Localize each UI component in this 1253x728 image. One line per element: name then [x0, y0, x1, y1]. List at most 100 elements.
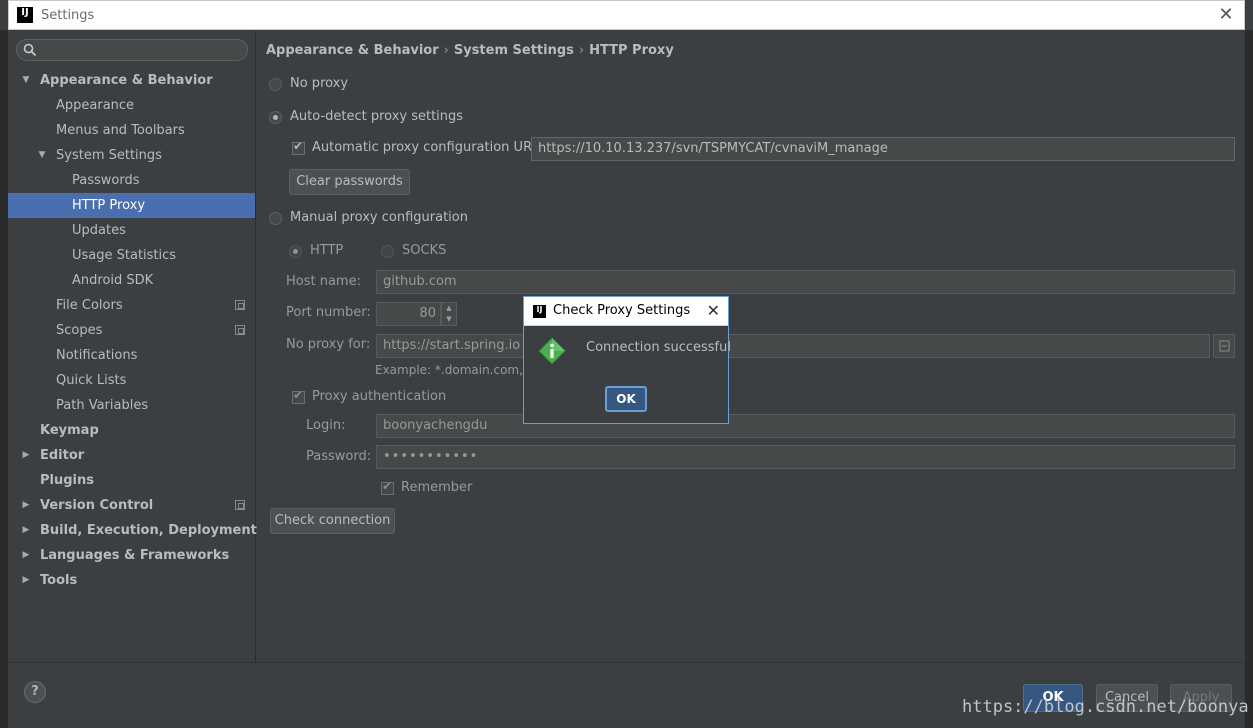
sidebar-item-menus-and-toolbars[interactable]: Menus and Toolbars: [8, 118, 255, 143]
settings-sidebar: ▼ Appearance & Behavior Appearance Menus an…: [8, 31, 257, 662]
window-close-icon[interactable]: ✕: [1216, 5, 1236, 25]
breadcrumb-separator: ›: [578, 43, 585, 58]
sidebar-item-label: Tools: [40, 573, 78, 588]
sidebar-item-updates[interactable]: Updates: [8, 218, 255, 243]
checkmark-icon: ✔: [382, 479, 393, 493]
info-icon: [538, 337, 566, 365]
login-label: Login:: [306, 418, 346, 433]
settings-window: IJ Settings ✕ ▼ Appearance & Behavior Appe…: [0, 0, 1253, 728]
expand-arrow-right-icon[interactable]: ▶: [21, 518, 31, 543]
breadcrumb-item: Appearance & Behavior: [266, 43, 439, 58]
no-proxy-example-hint: Example: *.domain.com, 1: [375, 363, 535, 377]
http-radio[interactable]: [289, 245, 302, 258]
intellij-logo-icon: IJ: [17, 7, 33, 23]
checkmark-icon: ✔: [293, 139, 304, 153]
breadcrumb: Appearance & Behavior › System Settings › HT…: [266, 43, 674, 58]
check-connection-button[interactable]: Check connection: [270, 508, 395, 534]
expand-arrow-down-icon[interactable]: ▼: [37, 143, 47, 168]
remember-label: Remember: [401, 480, 473, 495]
sidebar-item-plugins[interactable]: Plugins: [8, 468, 255, 493]
expand-arrow-right-icon[interactable]: ▶: [21, 568, 31, 593]
watermark-text: https://blog.csdn.net/boonya: [962, 697, 1249, 717]
sidebar-item-label: HTTP Proxy: [72, 198, 146, 213]
sidebar-item-quick-lists[interactable]: Quick Lists: [8, 368, 255, 393]
socks-label: SOCKS: [402, 243, 447, 258]
proxy-authentication-checkbox[interactable]: ✔: [292, 388, 305, 404]
sidebar-item-build-execution-deployment[interactable]: ▶ Build, Execution, Deployment: [8, 518, 257, 543]
check-proxy-settings-dialog: IJ Check Proxy Settings ✕ Connection suc…: [523, 296, 731, 424]
dialog-close-icon[interactable]: ✕: [707, 301, 720, 320]
sidebar-item-languages-frameworks[interactable]: ▶ Languages & Frameworks: [8, 543, 255, 568]
sidebar-item-label: Android SDK: [72, 273, 154, 288]
stepper-down-icon[interactable]: ▼: [442, 314, 456, 325]
clear-passwords-button[interactable]: Clear passwords: [289, 169, 410, 195]
sidebar-item-appearance-behavior[interactable]: ▼ Appearance & Behavior: [8, 68, 255, 93]
sidebar-item-scopes[interactable]: Scopes: [8, 318, 255, 343]
help-button[interactable]: ?: [24, 681, 46, 703]
sidebar-item-label: System Settings: [56, 148, 162, 163]
sidebar-item-tools[interactable]: ▶ Tools: [8, 568, 255, 593]
remember-checkbox[interactable]: ✔: [381, 479, 394, 495]
sidebar-item-label: Notifications: [56, 348, 138, 363]
host-name-label: Host name:: [286, 274, 361, 289]
no-proxy-for-field[interactable]: https://start.spring.io: [376, 334, 1210, 358]
window-title: Settings: [41, 7, 95, 23]
sidebar-item-usage-statistics[interactable]: Usage Statistics: [8, 243, 255, 268]
sidebar-item-editor[interactable]: ▶ Editor: [8, 443, 255, 468]
port-stepper[interactable]: ▲ ▼: [441, 302, 457, 326]
sidebar-item-label: Updates: [72, 223, 126, 238]
sidebar-item-label: Appearance: [56, 98, 135, 113]
no-proxy-radio[interactable]: [269, 78, 282, 91]
breadcrumb-item: System Settings: [453, 43, 574, 58]
sidebar-item-label: Appearance & Behavior: [40, 73, 213, 88]
http-proxy-panel: Appearance & Behavior › System Settings › HT…: [257, 31, 1245, 662]
sidebar-item-passwords[interactable]: Passwords: [8, 168, 255, 193]
host-name-field[interactable]: github.com: [376, 270, 1235, 294]
no-proxy-for-label: No proxy for:: [286, 337, 371, 352]
expand-field-icon[interactable]: [1213, 334, 1235, 358]
sidebar-item-http-proxy[interactable]: HTTP Proxy: [8, 193, 255, 218]
background-ide-right-edge: [1245, 30, 1253, 728]
port-number-field[interactable]: 80: [376, 302, 441, 326]
stepper-up-icon[interactable]: ▲: [442, 303, 456, 314]
project-scope-icon: [235, 300, 245, 310]
sidebar-item-version-control[interactable]: ▶ Version Control: [8, 493, 255, 518]
sidebar-item-path-variables[interactable]: Path Variables: [8, 393, 255, 418]
login-field[interactable]: boonyachengdu: [376, 414, 1235, 438]
checkmark-icon: ✔: [293, 388, 304, 402]
sidebar-item-notifications[interactable]: Notifications: [8, 343, 255, 368]
sidebar-item-label: Languages & Frameworks: [40, 548, 230, 563]
password-field[interactable]: •••••••••••: [376, 445, 1235, 469]
sidebar-item-label: File Colors: [56, 298, 123, 313]
dialog-title-bar: IJ Check Proxy Settings ✕: [524, 297, 728, 326]
http-label: HTTP: [310, 243, 344, 258]
project-scope-icon: [235, 500, 245, 510]
sidebar-item-appearance[interactable]: Appearance: [8, 93, 255, 118]
dialog-title: Check Proxy Settings: [553, 303, 691, 318]
socks-radio[interactable]: [381, 245, 394, 258]
sidebar-item-system-settings[interactable]: ▼ System Settings: [8, 143, 255, 168]
port-number-label: Port number:: [286, 305, 371, 320]
sidebar-item-label: Version Control: [40, 498, 154, 513]
sidebar-item-label: Editor: [40, 448, 85, 463]
sidebar-item-keymap[interactable]: Keymap: [8, 418, 255, 443]
auto-config-url-field[interactable]: https://10.10.13.237/svn/TSPMYCAT/cvnavi…: [531, 137, 1235, 161]
expand-arrow-down-icon[interactable]: ▼: [21, 68, 31, 93]
auto-detect-radio[interactable]: [269, 111, 282, 124]
expand-arrow-right-icon[interactable]: ▶: [21, 443, 31, 468]
expand-arrow-right-icon[interactable]: ▶: [21, 493, 31, 518]
manual-proxy-label: Manual proxy configuration: [290, 210, 468, 225]
sidebar-item-label: Scopes: [56, 323, 103, 338]
project-scope-icon: [235, 325, 245, 335]
auto-config-url-checkbox[interactable]: ✔: [292, 139, 305, 155]
manual-proxy-radio[interactable]: [269, 212, 282, 225]
sidebar-item-file-colors[interactable]: File Colors: [8, 293, 255, 318]
sidebar-item-android-sdk[interactable]: Android SDK: [8, 268, 255, 293]
dialog-ok-button[interactable]: OK: [605, 386, 647, 412]
no-proxy-label: No proxy: [290, 76, 349, 91]
breadcrumb-separator: ›: [443, 43, 449, 58]
sidebar-item-label: Quick Lists: [56, 373, 127, 388]
sidebar-item-label: Build, Execution, Deployment: [40, 523, 257, 538]
search-input[interactable]: [16, 39, 248, 61]
expand-arrow-right-icon[interactable]: ▶: [21, 543, 31, 568]
